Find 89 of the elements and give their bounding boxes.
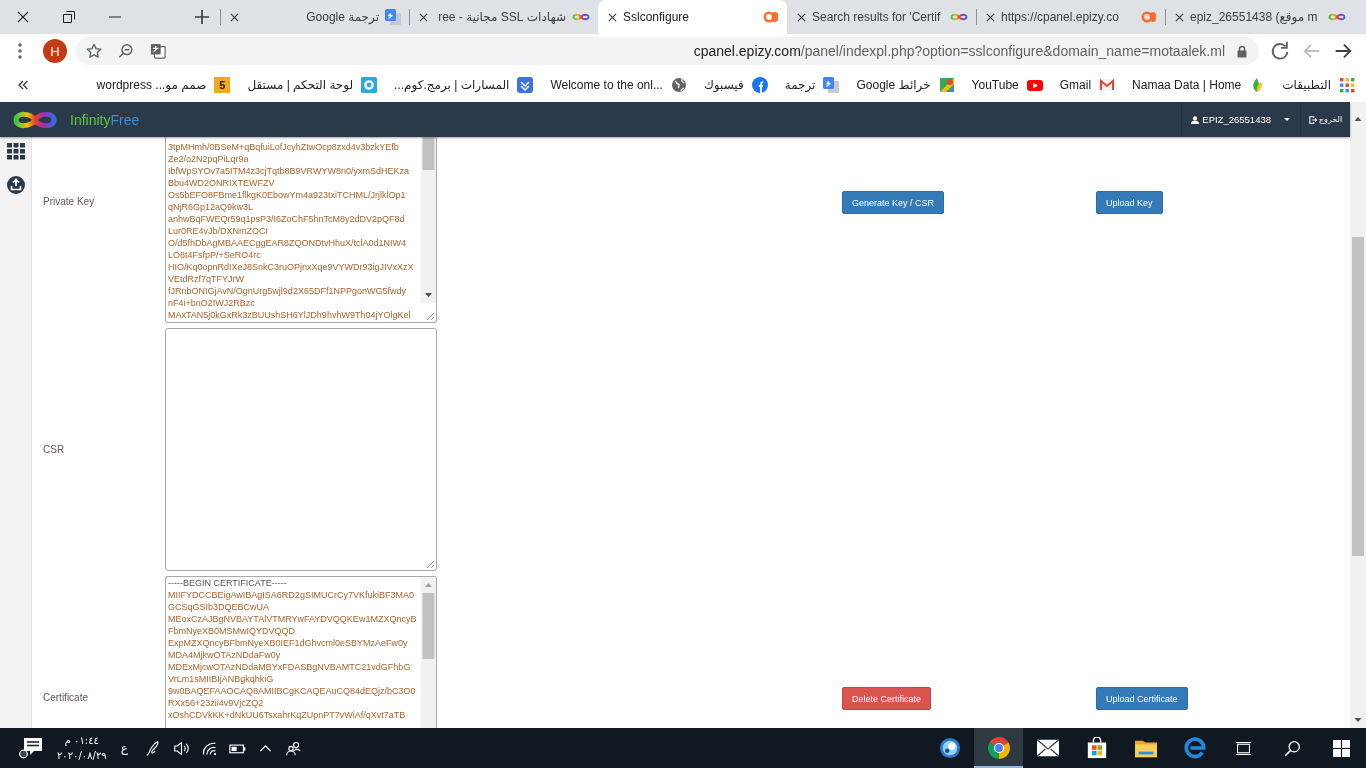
browser-tab[interactable]: epiz_26551438 (موقع m [1165, 0, 1354, 34]
chevrons-icon[interactable] [16, 78, 30, 92]
circle-logo-icon [751, 77, 768, 93]
logo-icon [1141, 9, 1157, 25]
mail-icon [1099, 77, 1116, 93]
zoom-out-icon[interactable] [118, 43, 134, 59]
browser-logo-icon [987, 737, 1010, 759]
logout-button[interactable]: الخروج [1301, 102, 1350, 137]
e-logo-icon [1183, 737, 1206, 759]
people-icon[interactable] [284, 739, 302, 757]
translate-icon [823, 77, 840, 93]
close-icon[interactable] [1175, 12, 1184, 22]
close-icon[interactable] [608, 12, 617, 22]
bookmark[interactable]: التطبيقات [1282, 77, 1355, 93]
field-label: Certificate [43, 692, 88, 704]
browser-tab[interactable]: Sslconfigure [598, 0, 787, 34]
time-text: ٠١:٤٤ م [64, 734, 99, 748]
date-text: ٢٠٢٠/٠٨/٢٩ [57, 749, 107, 763]
infinity-logo-icon [1328, 12, 1346, 22]
upload-icon[interactable] [6, 176, 25, 194]
task-view-icon[interactable] [1235, 739, 1252, 757]
textarea-field[interactable] [165, 328, 437, 571]
action-button[interactable]: Generate Key / CSR [842, 191, 945, 214]
user-icon [1191, 115, 1200, 124]
scrollbar[interactable] [1350, 102, 1366, 728]
map-icon [938, 77, 955, 93]
bookmark[interactable]: المسارات | برمج.كوم... [394, 77, 534, 93]
profile-avatar[interactable]: H [43, 39, 67, 63]
bookmark[interactable]: ترجمة [784, 77, 840, 93]
logout-icon [1308, 115, 1317, 124]
resize-grip-icon[interactable] [426, 560, 434, 568]
browser-tab[interactable]: https://cpanel.epizy.co [976, 0, 1165, 34]
square-logo-icon [517, 77, 534, 93]
translate-icon [385, 9, 401, 25]
scrollbar[interactable] [421, 137, 436, 303]
textarea-field[interactable]: 3tpMHmh/0BSeM+qBqfuiLofJcyhZtwOcp8zxd4v3bzkYEfb Ze2/o2N2pqPiLqr9a IbfWpSYOv7a5ITM4z3cjTqtb8B9VRWYW8n0/yxmSdHEKza Bbu4WD2ONRIXTEWFZV Os5bEFO8FBme1flkgK0EbowYm4a923txiTCHML/JrjlklOp1 qNjR6Gp12aQ9kw3L anhwBqFWEQr59q1psP3/I6ZoChF5hnTcM8y2dDV2pQF8d Lur0RE4vJb/DXNmZOCI O/d5fhDbAgMBAAECggEAR8ZQONDtvHhuX/tclA0d1NIW4 LO8t4FsfpP/+SeRO4rc HIO/Kq0opnRdIXeJ8SnkC3ruOPjnxXqe9VYWDr93igJIVxXzX VEtdRzf7qTFYJrW fJRnbONIGjAvN/OgnUrg5wjl9d2X65DFf1NPPgonWG5fwdy nF4i+bnO2IWJ2RBzc MAxTAN5j0kGxRk3zBUUshSH6YlJDh9hvhW9Th04jYOlgKel [165, 137, 437, 323]
infinity-logo-icon [572, 12, 590, 22]
bookmark-star-icon[interactable] [86, 43, 102, 59]
browser-tab[interactable]: شهادات SSL مجانية - ree [409, 0, 598, 34]
browser-tab[interactable]: Search results for 'Certif [787, 0, 976, 34]
envelope-icon [1036, 737, 1059, 759]
bookmark[interactable]: Namaa Data | Home [1132, 77, 1266, 93]
close-icon[interactable] [419, 12, 428, 22]
restore-icon[interactable] [63, 11, 75, 23]
brand-name: InfinityFree [70, 111, 140, 128]
textarea-field[interactable]: -----BEGIN CERTIFICATE----- MIIFYDCCBEigAwIBAgISA6RD2gSIMUCrCy7VKfukiBF3MA0 GCSqGSIb3DQEBCwUA MEoxCzAJBgNVBAYTAlVTMRYwFAYDVQQKEw1MZXQncyB FbmNyeXB0MSMwIQYDVQQD ExpMZXQncyBFbmNyeXB0IEF1dGhvcml0eSBYMzAeFw0y MDA4MjkwOTAzNDdaFw0y MDExMjcwOTAzNDdaMBYxFDASBgNVBAMTC21vdGFhbG VrLm1sMIIBIjANBgkqhkiG 9w0BAQEFAAOCAQ8AMIIBCgKCAQEAuCQ84dEQjz/bC3O0 RXx56+23zii4v9VjcZQ2 xOshCDVkKK+dNkUU6TsxahrKqZUpnPT7vWiAf/qXvt7aTB [165, 576, 437, 728]
pen-icon[interactable] [144, 739, 162, 757]
browser-tab[interactable]: ترجمة Google [220, 0, 409, 34]
bookmark[interactable]: خرائط Google [856, 77, 955, 93]
grid-icon[interactable] [6, 143, 25, 160]
taskbar-button[interactable] [974, 728, 1023, 768]
ring-logo-icon [361, 77, 378, 93]
field-label: Private Key [43, 196, 95, 208]
start-icon[interactable] [1333, 739, 1350, 757]
notification-icon[interactable] [19, 737, 43, 759]
bookmark[interactable]: Gmail [1059, 77, 1116, 93]
number-badge: 5 [214, 77, 231, 93]
play-icon [1026, 77, 1043, 93]
menu-icon[interactable] [18, 43, 22, 59]
action-button[interactable]: Delete Certificate [842, 687, 932, 710]
close-icon[interactable] [797, 12, 806, 22]
bookmark[interactable]: لوحة التحكم | مستقل [247, 77, 378, 93]
circle-logo-icon [938, 737, 961, 759]
translate-icon[interactable] [150, 43, 166, 59]
close-icon[interactable] [17, 11, 29, 23]
globe-icon [670, 77, 687, 93]
address-bar[interactable]: cpanel.epizy.com/panel/indexpl.php?option=sslconfigure&domain_name=motaalek.ml [76, 37, 1259, 65]
logo-icon [763, 9, 779, 25]
search-icon[interactable] [1284, 739, 1301, 757]
store-bag-icon [1085, 737, 1108, 759]
account-menu[interactable]: EPIZ_26551438 [1181, 102, 1301, 137]
language-indicator[interactable]: ع [120, 741, 128, 755]
close-icon[interactable] [230, 12, 239, 22]
action-button[interactable]: Upload Key [1096, 191, 1163, 214]
close-icon[interactable] [986, 12, 995, 22]
scrollbar[interactable] [421, 577, 436, 728]
lock-icon[interactable] [1237, 44, 1247, 58]
field-label: CSR [43, 443, 65, 456]
apps-grid-icon [1339, 77, 1355, 93]
action-button[interactable]: Upload Certificate [1096, 687, 1188, 710]
volume-icon[interactable] [172, 739, 190, 757]
caret-icon [1284, 118, 1290, 121]
reload-icon[interactable] [1269, 40, 1291, 62]
infinity-logo-icon [950, 12, 968, 22]
bookmark[interactable]: Welcome to the onl... [550, 77, 687, 93]
resize-grip-icon[interactable] [426, 312, 434, 320]
bookmark[interactable]: YouTube [971, 77, 1043, 93]
bookmark[interactable]: فيسبوك [703, 77, 768, 93]
new-tab-icon[interactable] [195, 10, 209, 24]
